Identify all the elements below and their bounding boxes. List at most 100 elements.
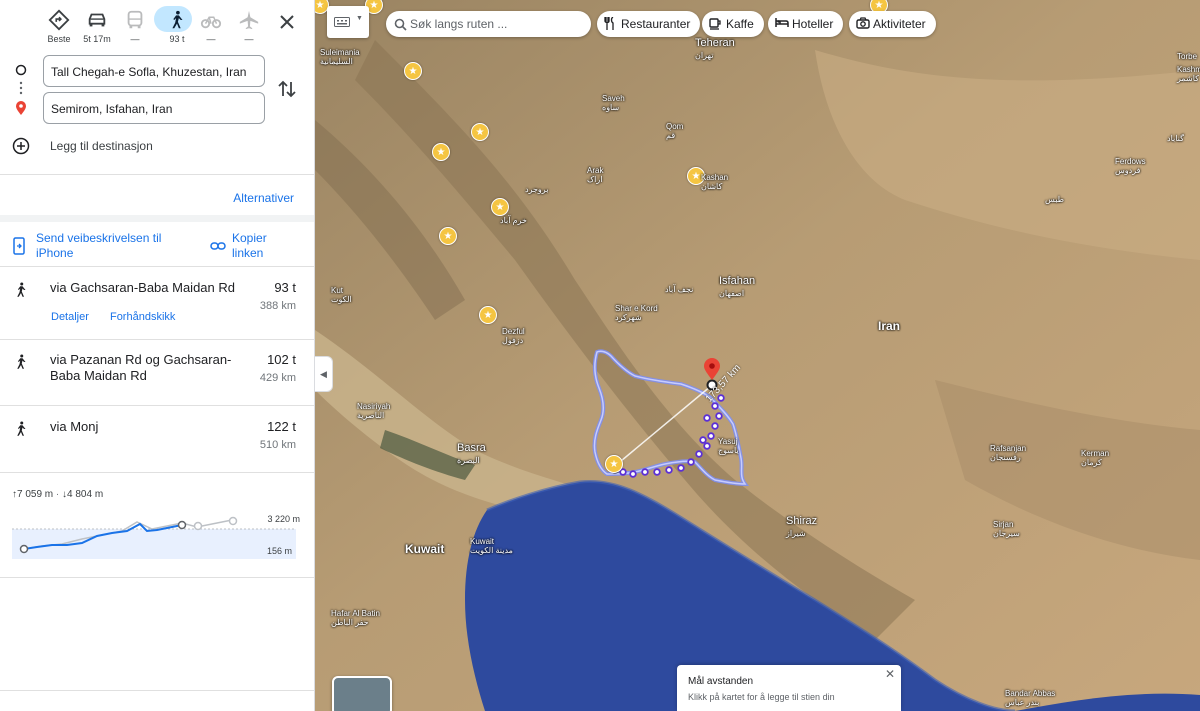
place-label: Arak اراک: [587, 166, 604, 184]
input-tools-button[interactable]: ▼: [327, 6, 369, 38]
walk-icon: [172, 10, 183, 29]
close-directions-button[interactable]: [274, 9, 300, 35]
alternatives-link[interactable]: Alternativer: [233, 191, 294, 205]
collapse-panel-button[interactable]: ◀: [315, 356, 333, 392]
place-label: Kuwait مدينة الكويت: [470, 537, 513, 555]
origin-input[interactable]: Tall Chegah-e Sofla, Khuzestan, Iran: [43, 55, 265, 87]
saved-place-star-icon[interactable]: ★: [491, 198, 509, 216]
send-to-phone-link[interactable]: Send veibeskrivelsen til iPhone: [12, 231, 192, 263]
divider: [0, 577, 314, 578]
elevation-max: 3 220 m: [267, 514, 300, 524]
saved-place-star-icon[interactable]: ★: [432, 143, 450, 161]
add-destination-label: Legg til destinasjon: [50, 139, 153, 153]
chip-label: Aktiviteter: [873, 17, 926, 31]
place-label: Kut الكوت: [331, 286, 352, 304]
preview-link[interactable]: Forhåndskikk: [110, 311, 175, 323]
divider: [0, 472, 314, 473]
place-label: Suleimania السليمانية: [320, 48, 360, 66]
route-time: 102 t: [267, 352, 296, 367]
place-label: Nasiriyah الناصرية: [357, 402, 391, 420]
elevation-stats: ↑7 059 m · ↓4 804 m: [12, 489, 104, 500]
place-label-basra: Basra البصرة: [457, 442, 486, 465]
copy-link-label: Kopier linken: [232, 231, 267, 260]
waypoint-icons: [15, 64, 27, 115]
search-along-route-input[interactable]: Søk langs ruten ...: [386, 11, 591, 37]
country-label-kuwait: Kuwait: [405, 542, 445, 556]
route-distance: 388 km: [259, 300, 296, 312]
link-icon: [210, 242, 226, 250]
directions-panel: Beste 5t 17m — 93 t — — Tall Chegah-e So…: [0, 0, 315, 711]
place-label: Shar e Kord شهرکرد: [615, 304, 658, 322]
place-label: Hafar Al Batin حفر الباطن: [331, 609, 380, 627]
restaurant-icon: [604, 17, 614, 30]
place-label-shiraz: Shiraz شیراز: [786, 515, 818, 538]
route-option-3[interactable]: via Monj 122 t 510 km: [0, 406, 314, 472]
elevation-min: 156 m: [266, 546, 292, 556]
add-destination-button[interactable]: Legg til destinasjon: [12, 137, 272, 157]
keyboard-icon: [334, 17, 350, 27]
place-label: Bandar Abbas بندر عباس: [1005, 689, 1056, 707]
route-links: Detaljer Forhåndskikk: [51, 311, 193, 323]
chip-restaurants[interactable]: Restauranter: [597, 11, 701, 37]
section-separator: [0, 215, 314, 222]
route-name: via Monj: [50, 419, 99, 434]
layers-toggle-button[interactable]: [332, 676, 392, 711]
saved-place-star-icon[interactable]: ★: [404, 62, 422, 80]
elevation-chart[interactable]: [12, 513, 297, 561]
bike-icon: [200, 16, 222, 29]
saved-place-star-icon[interactable]: ★: [439, 227, 457, 245]
place-label: Rafsanjan رفسنجان: [990, 444, 1027, 462]
chip-hotels[interactable]: Hoteller: [768, 11, 844, 37]
chip-coffee[interactable]: Kaffe: [702, 11, 764, 37]
close-measure-button[interactable]: ✕: [883, 667, 897, 681]
plane-icon: [239, 10, 259, 30]
place-label: Sirjan سیرجان: [993, 520, 1020, 538]
copy-link-button[interactable]: Kopier linken: [210, 231, 300, 263]
search-placeholder: Søk langs ruten ...: [410, 17, 508, 31]
mode-flight[interactable]: —: [227, 6, 271, 48]
travel-modes: Beste 5t 17m — 93 t — —: [0, 0, 314, 50]
bus-icon: [127, 10, 143, 29]
place-label: Torbe: [1177, 52, 1198, 61]
place-label: Saveh ساوه: [602, 94, 625, 112]
place-label: Dezful دزفول: [502, 327, 525, 345]
mode-label: —: [244, 34, 254, 44]
place-label: Kashan کاشان: [701, 173, 729, 191]
coffee-icon: [709, 18, 721, 30]
route-option-2[interactable]: via Pazanan Rd og Gachsaran-Baba Maidan …: [0, 339, 314, 405]
elevation-profile: ↑7 059 m · ↓4 804 m 3 220 m 156 m: [12, 489, 302, 569]
details-link[interactable]: Detaljer: [51, 311, 89, 323]
close-icon: [280, 15, 294, 29]
close-icon: ✕: [884, 667, 896, 681]
walk-icon: [17, 282, 26, 297]
panel-footer: [0, 690, 314, 711]
descent-value: ↓4 804 m: [62, 489, 104, 500]
mode-transit[interactable]: —: [113, 6, 157, 48]
saved-place-star-icon[interactable]: ★: [471, 123, 489, 141]
swap-icon[interactable]: [276, 78, 298, 100]
saved-place-star-icon[interactable]: ★: [605, 455, 623, 473]
destination-input[interactable]: Semirom, Isfahan, Iran: [43, 92, 265, 124]
walk-icon: [17, 421, 26, 436]
search-icon: [394, 18, 407, 31]
add-circle-icon: [12, 137, 30, 155]
place-label-yasuj: Yasuj یاسوج: [718, 437, 739, 455]
place-label: بروجرد: [525, 185, 549, 194]
place-label: طبس: [1045, 195, 1064, 204]
route-option-1[interactable]: via Gachsaran-Baba Maidan Rd 93 t 388 km…: [0, 267, 314, 339]
chip-label: Kaffe: [726, 17, 754, 31]
satellite-map[interactable]: ★ ★ ★ ★ ★ ★ ★ ★ ★ ★ ★ Suleimania السليمان…: [315, 0, 1200, 711]
route-time: 93 t: [274, 280, 296, 295]
terrain-background: [315, 0, 1200, 711]
ascent-value: ↑7 059 m: [12, 489, 54, 500]
chevron-left-icon: ◀: [320, 368, 327, 379]
hotel-bed-icon: [775, 18, 789, 27]
mode-label: —: [130, 34, 140, 44]
saved-place-star-icon[interactable]: ★: [479, 306, 497, 324]
chip-activities[interactable]: Aktiviteter: [849, 11, 936, 37]
place-label: Kerman کرمان: [1081, 449, 1110, 467]
diamond-route-icon: [48, 9, 70, 31]
route-name: via Pazanan Rd og Gachsaran-Baba Maidan …: [50, 352, 232, 383]
place-label-isfahan: Isfahan اصفهان: [719, 275, 756, 298]
walk-icon: [17, 354, 26, 369]
